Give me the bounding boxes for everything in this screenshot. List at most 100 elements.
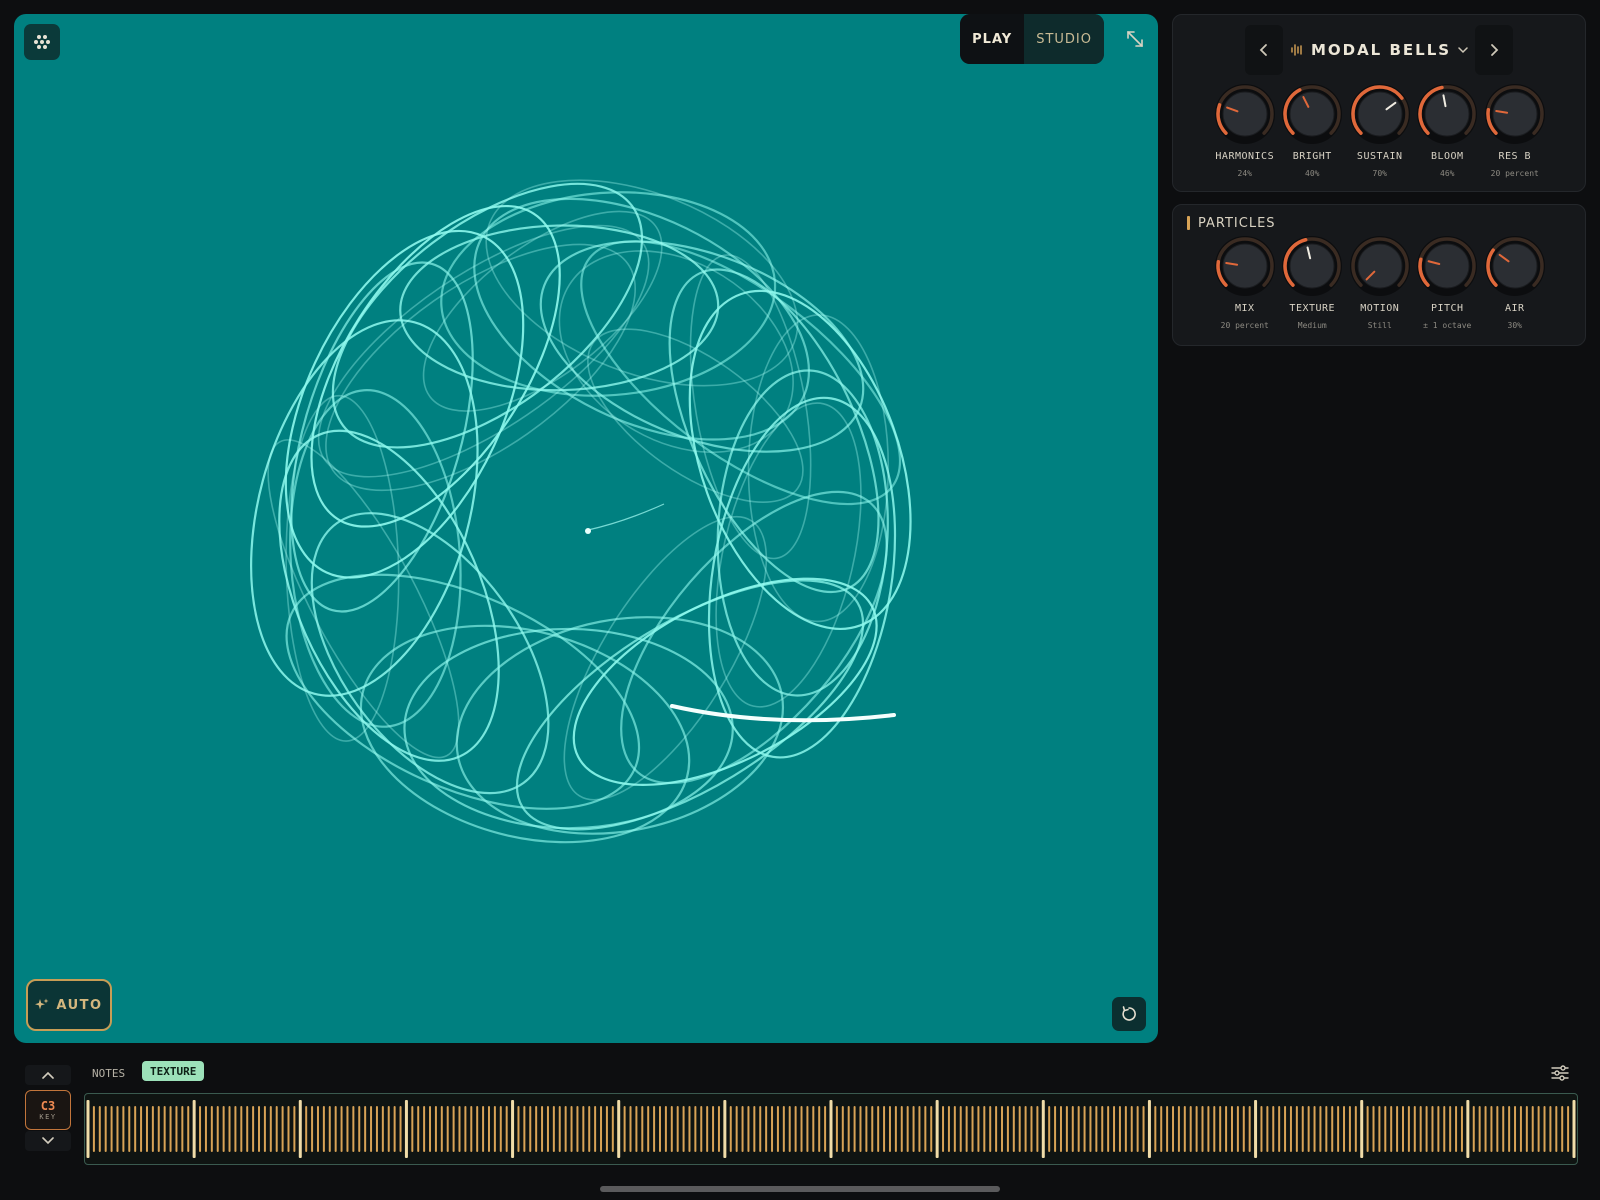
texture-key[interactable] <box>199 1106 202 1152</box>
texture-key[interactable] <box>1372 1106 1375 1152</box>
texture-key[interactable] <box>1095 1106 1098 1152</box>
texture-key[interactable] <box>1195 1106 1198 1152</box>
texture-key[interactable] <box>1437 1106 1440 1152</box>
knob-dial[interactable] <box>1281 235 1343 297</box>
texture-key[interactable] <box>1054 1106 1057 1152</box>
texture-key[interactable] <box>476 1106 479 1152</box>
texture-key[interactable] <box>1236 1106 1239 1152</box>
texture-key[interactable] <box>263 1106 266 1152</box>
texture-key[interactable] <box>847 1106 850 1152</box>
texture-key[interactable] <box>1018 1106 1021 1152</box>
texture-key[interactable] <box>765 1106 768 1152</box>
texture-key[interactable] <box>1136 1106 1139 1152</box>
texture-key[interactable] <box>1484 1106 1487 1152</box>
knob-bright[interactable]: BRIGHT 40% <box>1279 83 1347 178</box>
texture-key[interactable] <box>1348 1106 1351 1152</box>
texture-key[interactable] <box>175 1106 178 1152</box>
texture-key[interactable] <box>1248 1106 1251 1152</box>
texture-key[interactable] <box>1030 1106 1033 1152</box>
texture-key[interactable] <box>771 1106 774 1152</box>
texture-key[interactable] <box>1325 1106 1328 1152</box>
texture-key[interactable] <box>228 1106 231 1152</box>
texture-key[interactable] <box>776 1106 779 1152</box>
texture-key[interactable] <box>1101 1106 1104 1152</box>
knob-dial[interactable] <box>1416 235 1478 297</box>
texture-key[interactable] <box>552 1106 555 1152</box>
texture-key[interactable] <box>1183 1106 1186 1152</box>
texture-key[interactable] <box>541 1106 544 1152</box>
texture-key[interactable] <box>523 1106 526 1152</box>
knob-harmonics[interactable]: HARMONICS 24% <box>1211 83 1279 178</box>
texture-key[interactable] <box>505 1106 508 1152</box>
texture-key[interactable] <box>594 1106 597 1152</box>
texture-key[interactable] <box>977 1106 980 1152</box>
texture-key[interactable] <box>1189 1106 1192 1152</box>
knob-res-b[interactable]: RES B 20 percent <box>1481 83 1549 178</box>
texture-key[interactable] <box>1242 1106 1245 1152</box>
texture-key[interactable] <box>1284 1106 1287 1152</box>
texture-key[interactable] <box>140 1106 143 1152</box>
texture-key[interactable] <box>1172 1106 1175 1152</box>
texture-key[interactable] <box>1407 1106 1410 1152</box>
texture-key[interactable] <box>204 1106 207 1152</box>
texture-key[interactable] <box>942 1106 945 1152</box>
knob-dial[interactable] <box>1416 83 1478 145</box>
texture-key[interactable] <box>517 1106 520 1152</box>
texture-key[interactable] <box>824 1106 827 1152</box>
texture-key[interactable] <box>452 1106 455 1152</box>
texture-key[interactable] <box>258 1106 261 1152</box>
knob-motion[interactable]: MOTION Still <box>1346 235 1414 330</box>
texture-key[interactable] <box>582 1106 585 1152</box>
texture-key[interactable] <box>865 1106 868 1152</box>
texture-key[interactable] <box>989 1106 992 1152</box>
texture-key[interactable] <box>806 1106 809 1152</box>
texture-key[interactable] <box>98 1106 101 1152</box>
next-preset-button[interactable] <box>1475 25 1513 75</box>
texture-key[interactable] <box>1036 1106 1039 1152</box>
texture-key[interactable] <box>487 1106 490 1152</box>
texture-key[interactable] <box>1331 1106 1334 1152</box>
texture-key[interactable] <box>871 1106 874 1152</box>
texture-key[interactable] <box>1396 1106 1399 1152</box>
knob-dial[interactable] <box>1484 83 1546 145</box>
texture-key[interactable] <box>670 1106 673 1152</box>
texture-key[interactable] <box>1089 1106 1092 1152</box>
texture-key[interactable] <box>694 1106 697 1152</box>
texture-key[interactable] <box>835 1106 838 1152</box>
texture-key[interactable] <box>753 1106 756 1152</box>
texture-key[interactable] <box>712 1106 715 1152</box>
texture-key[interactable] <box>145 1106 148 1152</box>
texture-key[interactable] <box>1301 1106 1304 1152</box>
texture-key[interactable] <box>240 1106 243 1152</box>
texture-key[interactable] <box>1337 1106 1340 1152</box>
texture-key[interactable] <box>210 1106 213 1152</box>
texture-key[interactable] <box>1378 1106 1381 1152</box>
texture-key[interactable] <box>1225 1106 1228 1152</box>
texture-key[interactable] <box>965 1106 968 1152</box>
texture-key[interactable] <box>316 1106 319 1152</box>
texture-key[interactable] <box>246 1106 249 1152</box>
texture-key[interactable] <box>576 1106 579 1152</box>
texture-key[interactable] <box>717 1106 720 1152</box>
texture-key[interactable] <box>953 1106 956 1152</box>
texture-key[interactable] <box>759 1106 762 1152</box>
texture-key[interactable] <box>187 1106 190 1152</box>
texture-key[interactable] <box>853 1106 856 1152</box>
texture-key[interactable] <box>275 1106 278 1152</box>
knob-dial[interactable] <box>1214 83 1276 145</box>
texture-key[interactable] <box>623 1106 626 1152</box>
texture-key[interactable] <box>1006 1106 1009 1152</box>
texture-key[interactable] <box>1455 1106 1458 1152</box>
octave-up-button[interactable] <box>25 1065 71 1085</box>
texture-key[interactable] <box>1113 1106 1116 1152</box>
texture-key[interactable] <box>912 1106 915 1152</box>
texture-key[interactable] <box>1154 1106 1157 1152</box>
texture-key[interactable] <box>1230 1106 1233 1152</box>
texture-key[interactable] <box>1059 1106 1062 1152</box>
texture-key[interactable] <box>570 1106 573 1152</box>
texture-key[interactable] <box>1384 1106 1387 1152</box>
texture-key[interactable] <box>358 1106 361 1152</box>
texture-key[interactable] <box>346 1106 349 1152</box>
texture-key[interactable] <box>1071 1106 1074 1152</box>
knob-dial[interactable] <box>1349 235 1411 297</box>
